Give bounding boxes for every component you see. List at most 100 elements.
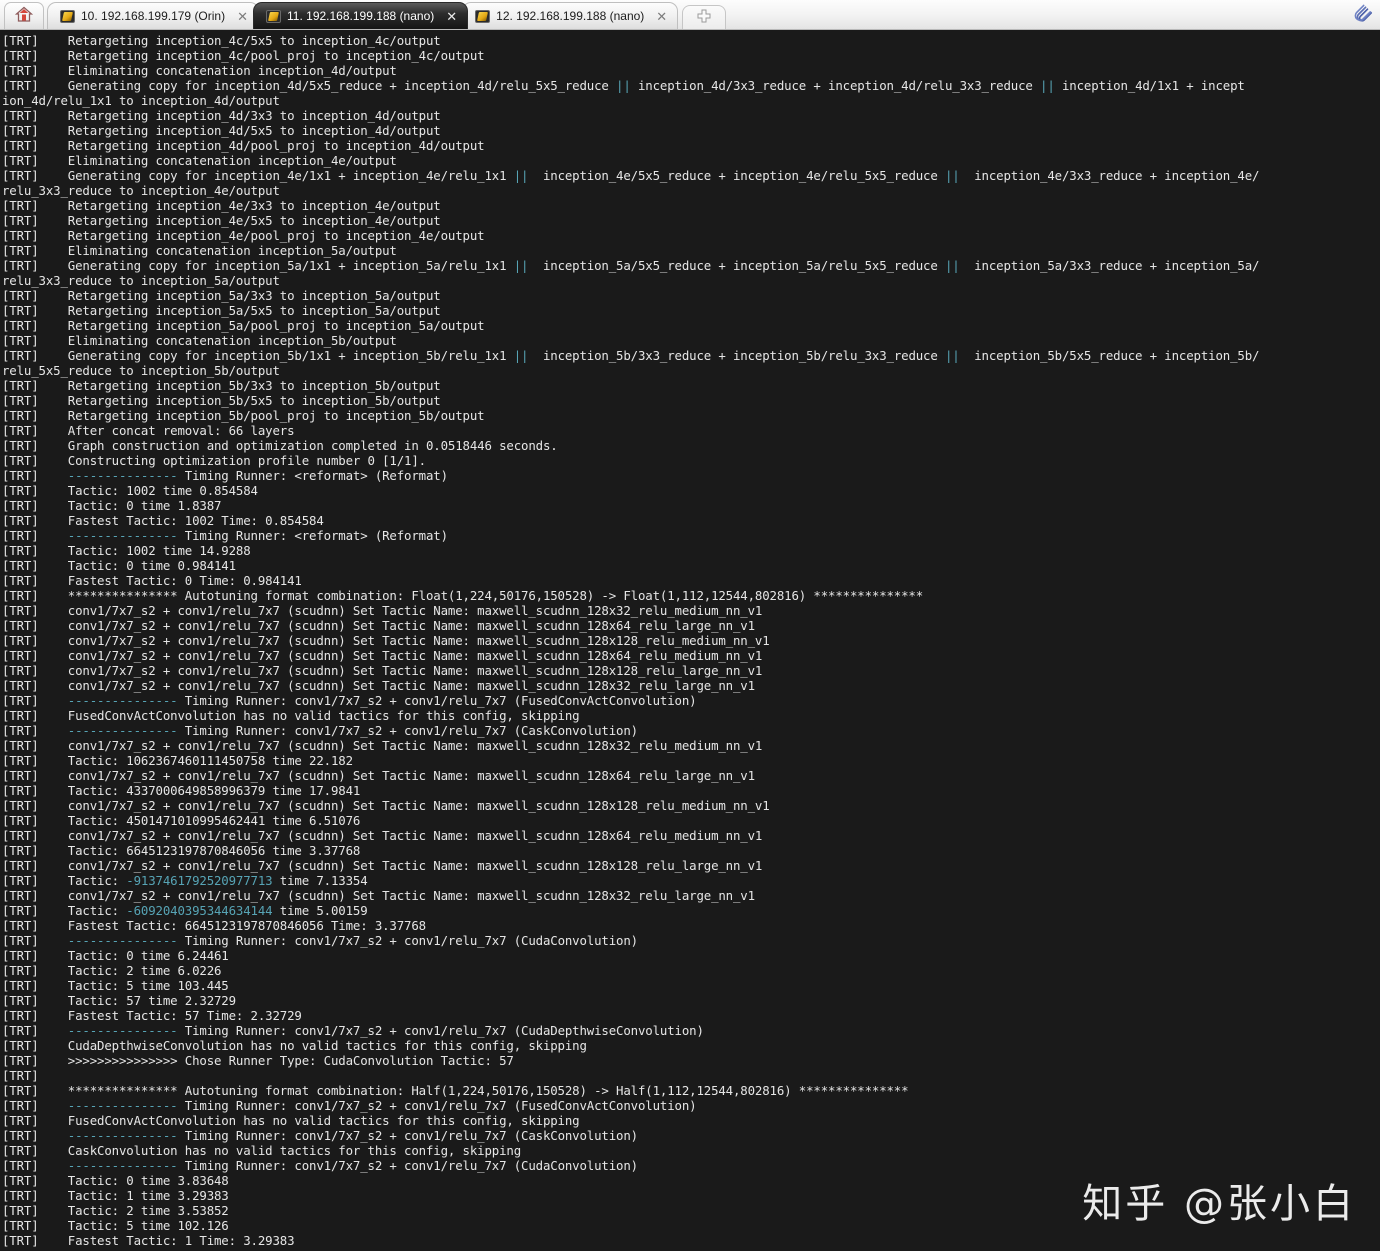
log-level-tag: [TRT] <box>2 393 39 408</box>
log-level-tag: [TRT] <box>2 408 39 423</box>
log-level-tag: [TRT] <box>2 498 39 513</box>
log-level-tag: [TRT] <box>2 678 39 693</box>
log-text: *************** Autotuning format combin… <box>38 1083 909 1098</box>
log-text: conv1/7x7_s2 + conv1/relu_7x7 (scudnn) S… <box>38 798 770 813</box>
terminal-line: [TRT] CaskConvolution has no valid tacti… <box>0 1143 1380 1158</box>
log-text: Retargeting inception_4d/pool_proj to in… <box>38 138 485 153</box>
log-text: time 7.13354 <box>272 873 368 888</box>
log-level-tag: [TRT] <box>2 978 39 993</box>
terminal-line: [TRT] After concat removal: 66 layers <box>0 423 1380 438</box>
log-level-tag: [TRT] <box>2 1008 39 1023</box>
log-level-tag: [TRT] <box>2 438 39 453</box>
log-level-tag: [TRT] <box>2 708 39 723</box>
terminal-line: [TRT] Tactic: 4501471010995462441 time 6… <box>0 813 1380 828</box>
log-level-tag: [TRT] <box>2 633 39 648</box>
log-text: CudaDepthwiseConvolution has no valid ta… <box>38 1038 587 1053</box>
log-text: Retargeting inception_4e/3x3 to inceptio… <box>38 198 441 213</box>
log-text: Timing Runner: conv1/7x7_s2 + conv1/relu… <box>177 933 638 948</box>
terminal-line: [TRT] Generating copy for inception_5a/1… <box>0 258 1380 273</box>
terminal-tab-2[interactable]: 12. 192.168.199.188 (nano) ✕ <box>462 2 679 29</box>
terminal-line: [TRT] Eliminating concatenation inceptio… <box>0 243 1380 258</box>
log-accent-text: || <box>945 348 960 363</box>
log-text: Retargeting inception_4c/pool_proj to in… <box>38 48 485 63</box>
log-accent-text: --------------- <box>38 468 178 483</box>
log-text: Generating copy for inception_4d/5x5_red… <box>38 78 617 93</box>
log-level-tag: [TRT] <box>2 1023 39 1038</box>
log-text: Retargeting inception_5a/5x5 to inceptio… <box>38 303 441 318</box>
terminal-line: [TRT] Fastest Tactic: 1002 Time: 0.85458… <box>0 513 1380 528</box>
putty-terminal-icon <box>266 9 282 23</box>
log-level-tag: [TRT] <box>2 138 39 153</box>
new-tab-button[interactable] <box>682 5 727 29</box>
terminal-line: [TRT] Fastest Tactic: 1 Time: 3.29383 <box>0 1233 1380 1248</box>
log-text: conv1/7x7_s2 + conv1/relu_7x7 (scudnn) S… <box>38 648 763 663</box>
log-text: Eliminating concatenation inception_5a/o… <box>38 243 397 258</box>
terminal-tab-1[interactable]: 11. 192.168.199.188 (nano) ✕ <box>253 2 469 29</box>
log-text: Timing Runner: <reformat> (Reformat) <box>177 468 448 483</box>
log-text: Tactic: 0 time 0.984141 <box>38 558 236 573</box>
log-accent-text: || <box>945 168 960 183</box>
log-level-tag: [TRT] <box>2 468 39 483</box>
log-level-tag: [TRT] <box>2 588 39 603</box>
log-text: Retargeting inception_5a/3x3 to inceptio… <box>38 288 441 303</box>
log-text: Fastest Tactic: 1 Time: 3.29383 <box>38 1233 295 1248</box>
terminal-line: [TRT] Retargeting inception_5a/5x5 to in… <box>0 303 1380 318</box>
terminal-line: [TRT] conv1/7x7_s2 + conv1/relu_7x7 (scu… <box>0 768 1380 783</box>
terminal-line: [TRT] --------------- Timing Runner: <re… <box>0 468 1380 483</box>
home-tab-button[interactable] <box>4 2 44 29</box>
log-text: Graph construction and optimization comp… <box>38 438 558 453</box>
log-level-tag: [TRT] <box>2 123 39 138</box>
log-text: Tactic: 2 time 3.53852 <box>38 1203 229 1218</box>
log-level-tag: [TRT] <box>2 843 39 858</box>
log-level-tag: [TRT] <box>2 783 39 798</box>
log-text: inception_4d/1x1 + incept <box>1054 78 1245 93</box>
log-level-tag: [TRT] <box>2 573 39 588</box>
terminal-line: [TRT] Retargeting inception_4c/5x5 to in… <box>0 33 1380 48</box>
terminal-line: [TRT] Tactic: 0 time 6.24461 <box>0 948 1380 963</box>
terminal-line: [TRT] Fastest Tactic: 0 Time: 0.984141 <box>0 573 1380 588</box>
log-level-tag: [TRT] <box>2 423 39 438</box>
log-text: Tactic: 4337000649858996379 time 17.9841 <box>38 783 361 798</box>
terminal-line: [TRT] >>>>>>>>>>>>>>> Chose Runner Type:… <box>0 1053 1380 1068</box>
log-text: relu_3x3_reduce to inception_5a/output <box>2 273 280 288</box>
terminal-line: [TRT] --------------- Timing Runner: <re… <box>0 528 1380 543</box>
log-text: Retargeting inception_4c/5x5 to inceptio… <box>38 33 441 48</box>
log-text: Generating copy for inception_5a/1x1 + i… <box>38 258 514 273</box>
terminal-line: [TRT] <box>0 1068 1380 1083</box>
log-level-tag: [TRT] <box>2 243 39 258</box>
log-text: Retargeting inception_5a/pool_proj to in… <box>38 318 485 333</box>
tab-close-icon[interactable]: ✕ <box>233 10 252 23</box>
terminal-line: [TRT] Retargeting inception_4d/pool_proj… <box>0 138 1380 153</box>
log-level-tag: [TRT] <box>2 63 39 78</box>
log-text: Fastest Tactic: 0 Time: 0.984141 <box>38 573 302 588</box>
terminal-line: [TRT] Retargeting inception_5a/pool_proj… <box>0 318 1380 333</box>
log-level-tag: [TRT] <box>2 78 39 93</box>
log-text: conv1/7x7_s2 + conv1/relu_7x7 (scudnn) S… <box>38 828 763 843</box>
attach-button[interactable] <box>1348 1 1378 29</box>
tab-label: 10. 192.168.199.179 (Orin) <box>81 9 226 23</box>
tab-close-icon[interactable]: ✕ <box>442 10 461 23</box>
terminal-output-pane[interactable]: [TRT] Retargeting inception_4c/5x5 to in… <box>0 30 1380 1251</box>
log-text: Tactic: 1062367460111450758 time 22.182 <box>38 753 353 768</box>
log-text: conv1/7x7_s2 + conv1/relu_7x7 (scudnn) S… <box>38 603 763 618</box>
log-level-tag: [TRT] <box>2 1143 39 1158</box>
terminal-line: [TRT] FusedConvActConvolution has no val… <box>0 708 1380 723</box>
log-text: Timing Runner: conv1/7x7_s2 + conv1/relu… <box>177 1128 638 1143</box>
terminal-line: [TRT] conv1/7x7_s2 + conv1/relu_7x7 (scu… <box>0 828 1380 843</box>
terminal-line: [TRT] Retargeting inception_4d/5x5 to in… <box>0 123 1380 138</box>
log-text: inception_4e/3x3_reduce + inception_4e/ <box>959 168 1260 183</box>
log-text: ion_4d/relu_1x1 to inception_4d/output <box>2 93 280 108</box>
terminal-tab-0[interactable]: 10. 192.168.199.179 (Orin) ✕ <box>47 2 260 29</box>
log-level-tag: [TRT] <box>2 648 39 663</box>
terminal-line: [TRT] --------------- Timing Runner: con… <box>0 1023 1380 1038</box>
log-text: *************** Autotuning format combin… <box>38 588 924 603</box>
log-text: conv1/7x7_s2 + conv1/relu_7x7 (scudnn) S… <box>38 858 763 873</box>
log-level-tag: [TRT] <box>2 768 39 783</box>
log-text: After concat removal: 66 layers <box>38 423 295 438</box>
log-level-tag: [TRT] <box>2 153 39 168</box>
log-accent-text: --------------- <box>38 1158 178 1173</box>
tab-close-icon[interactable]: ✕ <box>652 10 671 23</box>
log-level-tag: [TRT] <box>2 1233 39 1248</box>
log-level-tag: [TRT] <box>2 213 39 228</box>
log-text: Retargeting inception_4e/pool_proj to in… <box>38 228 485 243</box>
